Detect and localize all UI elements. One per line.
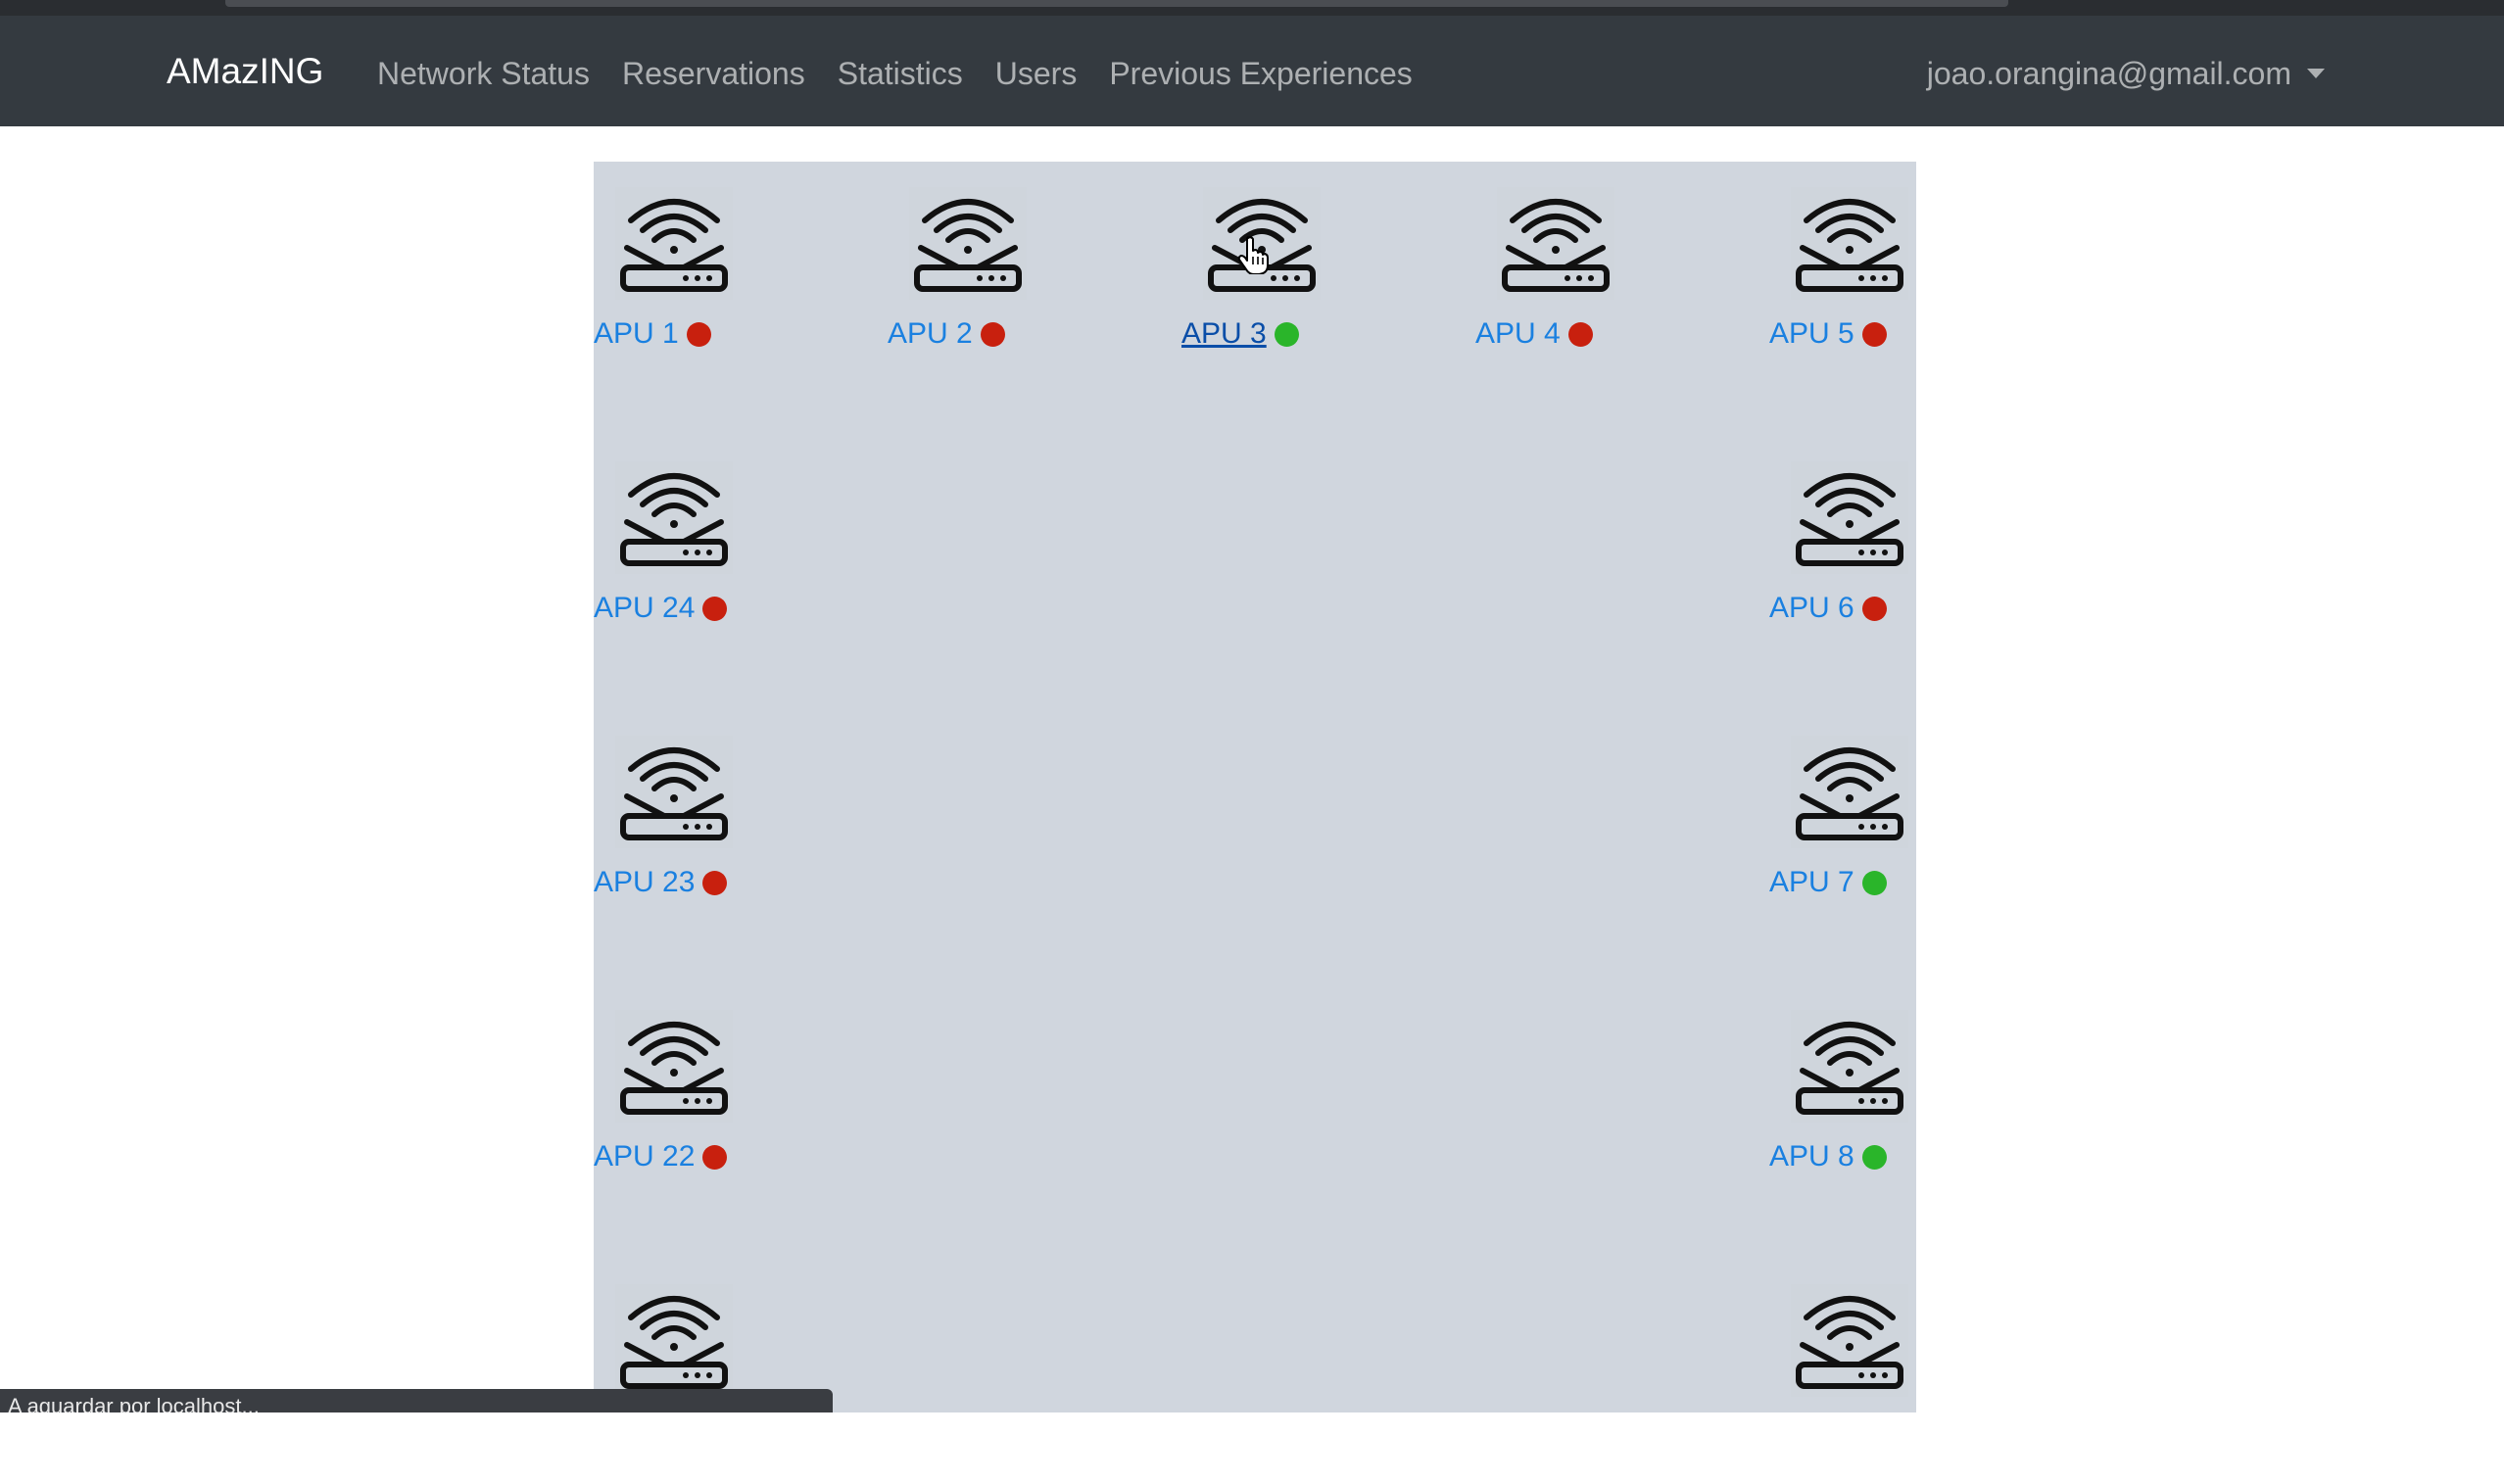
router-wifi-icon (615, 187, 733, 300)
node-apu-4[interactable]: APU 4 (1475, 162, 1652, 387)
router-wifi-icon (615, 736, 733, 848)
status-dot (1861, 596, 1887, 621)
node-apu-6[interactable]: APU 6 (1769, 436, 1946, 661)
node-label[interactable]: APU 24 (594, 591, 728, 626)
node-label[interactable]: APU 8 (1769, 1139, 1887, 1174)
node-apu-7[interactable]: APU 7 (1769, 710, 1946, 935)
status-dot (1861, 870, 1887, 895)
router-wifi-icon (1791, 1284, 1908, 1397)
node-label[interactable]: APU 22 (594, 1139, 728, 1174)
browser-tab-strip (225, 0, 2008, 7)
node-apu-1[interactable]: APU 1 (594, 162, 770, 387)
navbar: AMazING Network Status Reservations Stat… (0, 16, 2504, 126)
router-wifi-icon (1791, 187, 1908, 300)
status-dot (702, 870, 728, 895)
node-apu-2[interactable]: APU 2 (888, 162, 1064, 387)
node-partial-left[interactable] (594, 1259, 770, 1484)
status-dot (1567, 321, 1593, 347)
nav-reservations[interactable]: Reservations (622, 54, 805, 93)
status-dot (702, 1144, 728, 1170)
node-apu-3[interactable]: APU 3 (1181, 162, 1358, 387)
router-wifi-icon (909, 187, 1027, 300)
nav-statistics[interactable]: Statistics (838, 54, 963, 93)
node-apu-5[interactable]: APU 5 (1769, 162, 1946, 387)
node-label[interactable]: APU 2 (888, 316, 1005, 352)
user-dropdown[interactable]: joao.orangina@gmail.com (1927, 54, 2325, 93)
node-apu-22[interactable]: APU 22 (594, 984, 770, 1210)
router-wifi-icon (1791, 736, 1908, 848)
hand-pointer-icon (1237, 236, 1269, 274)
node-label[interactable]: APU 7 (1769, 865, 1887, 900)
node-label[interactable]: APU 3 (1181, 316, 1299, 352)
browser-top-edge (0, 0, 2504, 16)
router-wifi-icon (1497, 187, 1614, 300)
node-apu-8[interactable]: APU 8 (1769, 984, 1946, 1210)
nav-network-status[interactable]: Network Status (377, 54, 590, 93)
router-wifi-icon (615, 1284, 733, 1397)
network-map: APU 1 APU 2 APU 3 APU 4 APU 5 APU 24 APU… (594, 162, 1916, 1412)
nav-links: Network Status Reservations Statistics U… (377, 54, 1445, 93)
node-apu-23[interactable]: APU 23 (594, 710, 770, 935)
status-dot (702, 596, 728, 621)
node-label[interactable]: APU 5 (1769, 316, 1887, 352)
router-wifi-icon (1791, 461, 1908, 574)
node-apu-24[interactable]: APU 24 (594, 436, 770, 661)
node-label[interactable]: APU 1 (594, 316, 711, 352)
nav-previous-experiences[interactable]: Previous Experiences (1109, 54, 1412, 93)
status-dot (686, 321, 711, 347)
node-label[interactable]: APU 6 (1769, 591, 1887, 626)
status-dot (980, 321, 1005, 347)
router-wifi-icon (615, 1010, 733, 1123)
router-wifi-icon (615, 461, 733, 574)
node-label[interactable]: APU 23 (594, 865, 728, 900)
user-email: joao.orangina@gmail.com (1926, 56, 2291, 91)
chevron-down-icon (2307, 69, 2325, 78)
status-dot (1274, 321, 1299, 347)
router-wifi-icon (1791, 1010, 1908, 1123)
brand-link[interactable]: AMazING (167, 52, 323, 91)
node-label[interactable]: APU 4 (1475, 316, 1593, 352)
status-dot (1861, 1144, 1887, 1170)
nav-users[interactable]: Users (995, 54, 1078, 93)
node-partial-right[interactable] (1769, 1259, 1946, 1484)
status-dot (1861, 321, 1887, 347)
browser-status-bar: A aguardar por localhost... (0, 1389, 833, 1412)
